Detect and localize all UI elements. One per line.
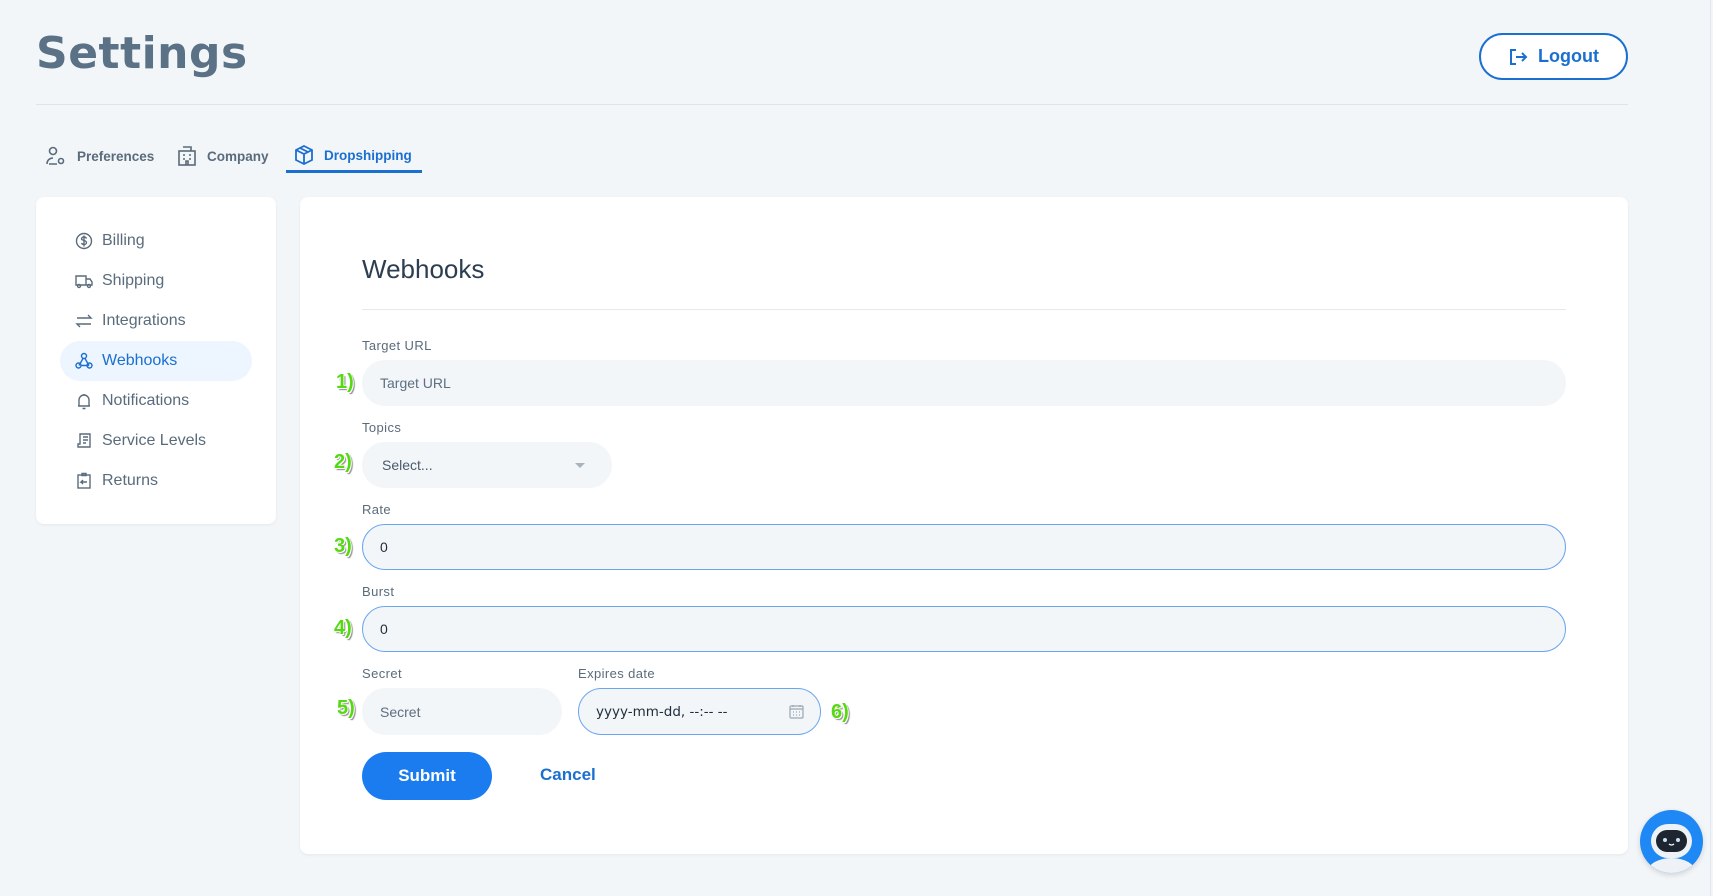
bell-icon: [78, 394, 90, 410]
marker-6: 6): [831, 701, 849, 723]
tab-label: Dropshipping: [324, 147, 412, 163]
user-gear-icon: [46, 146, 65, 165]
building-icon: [178, 146, 196, 166]
topics-label: Topics: [362, 420, 402, 435]
return-icon: [77, 472, 91, 489]
logout-icon: [1510, 48, 1528, 65]
dollar-circle-icon: [75, 232, 93, 250]
marker-3: 3): [334, 535, 352, 557]
truck-icon: [75, 275, 93, 289]
tab-label: Preferences: [77, 148, 155, 164]
receipt-icon: [77, 433, 91, 448]
topics-select[interactable]: Select...: [362, 442, 612, 488]
sidebar-item-service-levels[interactable]: Service Levels: [60, 421, 252, 461]
webhook-icon: [75, 352, 93, 369]
header-divider: [36, 104, 1628, 105]
target-url-label: Target URL: [362, 338, 432, 353]
tab-company[interactable]: Company: [177, 140, 269, 172]
marker-4: 4): [334, 617, 352, 639]
sidebar-item-label: Webhooks: [102, 352, 178, 369]
page-title: Settings: [36, 28, 248, 79]
section-title: Webhooks: [362, 254, 485, 284]
target-url-input[interactable]: Target URL: [362, 360, 1566, 406]
marker-2: 2): [334, 451, 352, 473]
sidebar-item-label: Returns: [102, 472, 159, 489]
sidebar-item-integrations[interactable]: Integrations: [60, 301, 252, 341]
submit-button[interactable]: Submit: [362, 752, 492, 800]
tab-dropshipping[interactable]: Dropshipping: [286, 140, 422, 173]
robot-icon: [1647, 824, 1696, 873]
sidebar-item-label: Billing: [102, 232, 145, 249]
secret-label: Secret: [362, 666, 402, 681]
sidebar-item-shipping[interactable]: Shipping: [60, 261, 252, 301]
sidebar-item-label: Notifications: [102, 392, 190, 409]
cancel-button[interactable]: Cancel: [540, 765, 596, 785]
settings-sidebar: Billing Shipping Integrations Webhooks N…: [36, 197, 276, 524]
calendar-icon[interactable]: [789, 704, 804, 719]
logout-label: Logout: [1538, 46, 1599, 66]
sidebar-item-label: Shipping: [102, 272, 165, 289]
expires-date-input[interactable]: yyyy-mm-dd, --:-- --: [578, 688, 821, 735]
expires-date-label: Expires date: [578, 666, 656, 681]
secret-input[interactable]: Secret: [362, 688, 562, 735]
sidebar-item-billing[interactable]: Billing: [60, 221, 252, 261]
tab-preferences[interactable]: Preferences: [45, 140, 154, 172]
burst-input[interactable]: 0: [362, 606, 1566, 652]
arrows-exchange-icon: [75, 314, 93, 328]
scrollbar-track: [1710, 0, 1711, 896]
topics-select-value: Select...: [382, 457, 433, 473]
section-divider: [362, 309, 1566, 310]
sidebar-item-label: Service Levels: [102, 432, 207, 449]
sidebar-item-notifications[interactable]: Notifications: [60, 381, 252, 421]
rate-label: Rate: [362, 502, 392, 517]
chevron-down-icon: [575, 463, 585, 468]
burst-label: Burst: [362, 584, 395, 599]
chatbot-button[interactable]: [1640, 810, 1703, 873]
expires-date-value: yyyy-mm-dd, --:-- --: [596, 703, 728, 720]
logout-button[interactable]: Logout: [1479, 33, 1628, 80]
sidebar-item-webhooks[interactable]: Webhooks: [60, 341, 252, 381]
sidebar-item-returns[interactable]: Returns: [60, 461, 252, 501]
marker-1: 1): [336, 371, 354, 393]
box-icon: [295, 145, 313, 165]
marker-5: 5): [337, 697, 355, 719]
rate-input[interactable]: 0: [362, 524, 1566, 570]
sidebar-item-label: Integrations: [102, 312, 186, 329]
tab-label: Company: [207, 148, 269, 164]
